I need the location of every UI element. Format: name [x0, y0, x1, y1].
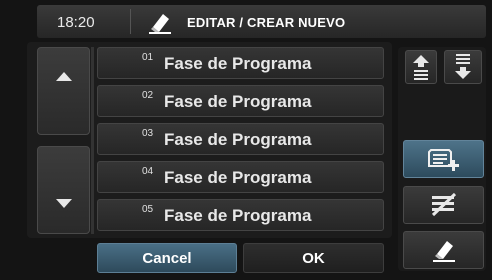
move-down-button[interactable]	[444, 50, 482, 84]
move-down-icon	[455, 54, 471, 79]
list-item[interactable]: 04 Fase de Programa	[97, 161, 384, 193]
row-number: 03	[142, 128, 154, 139]
row-label: Fase de Programa	[164, 92, 312, 111]
row-label: Fase de Programa	[164, 54, 312, 73]
row-label: Fase de Programa	[164, 168, 312, 187]
list-item[interactable]: 03 Fase de Programa	[97, 123, 384, 155]
move-up-icon	[413, 55, 429, 80]
list-item[interactable]: 02 Fase de Programa	[97, 85, 384, 117]
eraser-pencil-icon	[149, 14, 171, 34]
row-number: 01	[142, 52, 154, 63]
arrow-up-icon	[55, 72, 72, 81]
delete-icon	[431, 192, 456, 217]
row-number: 04	[142, 166, 154, 177]
clock: 18:20	[57, 14, 95, 31]
move-up-button[interactable]	[405, 50, 437, 84]
scroll-track	[91, 47, 94, 234]
edit-button[interactable]	[403, 231, 484, 269]
new-item-icon	[427, 149, 459, 171]
edit-icon	[432, 241, 455, 262]
header-divider	[130, 9, 131, 34]
arrow-down-icon	[55, 199, 72, 208]
ok-button[interactable]: OK	[243, 243, 384, 273]
scroll-down-button[interactable]	[37, 146, 90, 234]
delete-button[interactable]	[403, 186, 484, 224]
list-item[interactable]: 01 Fase de Programa	[97, 47, 384, 79]
list-item[interactable]: 05 Fase de Programa	[97, 199, 384, 231]
scroll-up-button[interactable]	[37, 47, 90, 135]
row-number: 05	[142, 204, 154, 215]
row-label: Fase de Programa	[164, 130, 312, 149]
new-item-button[interactable]	[403, 140, 484, 178]
row-number: 02	[142, 90, 154, 101]
page-title: EDITAR / CREAR NUEVO	[187, 15, 346, 30]
row-label: Fase de Programa	[164, 206, 312, 225]
cancel-button[interactable]: Cancel	[97, 243, 237, 273]
header-bar: 18:20 EDITAR / CREAR NUEVO	[37, 5, 486, 38]
